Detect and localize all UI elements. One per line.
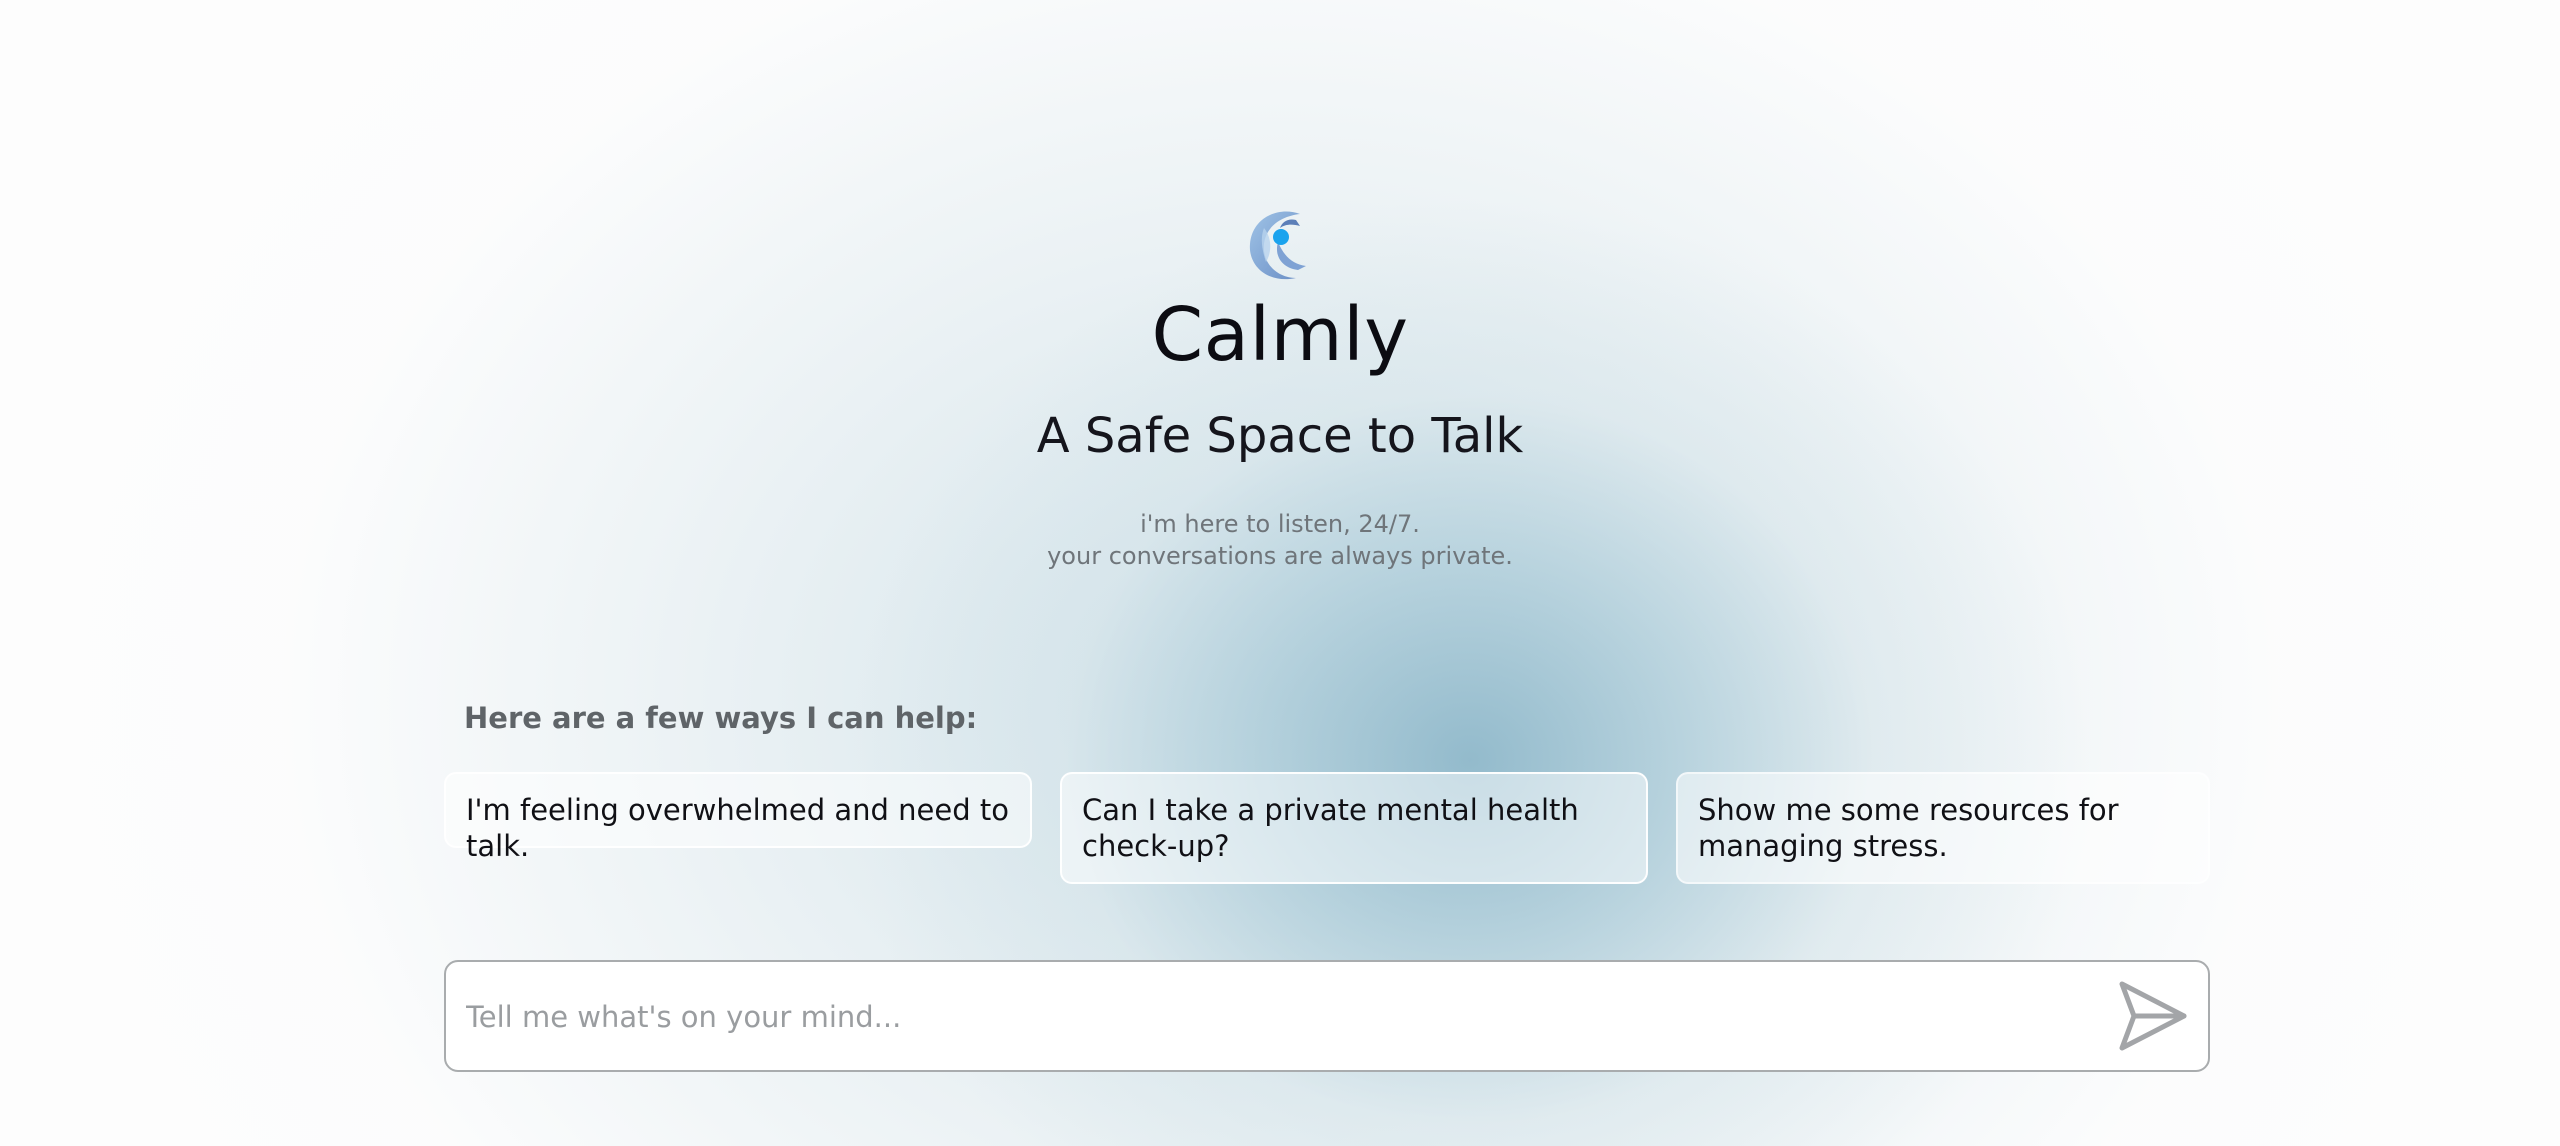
app-name: Calmly [1151, 292, 1409, 378]
message-input[interactable] [464, 990, 2088, 1044]
suggestion-chip-checkup[interactable]: Can I take a private mental health check… [1060, 772, 1648, 884]
subtitle-line-1: i'm here to listen, 24/7. [1140, 510, 1420, 538]
suggestion-chip-resources[interactable]: Show me some resources for managing stre… [1676, 772, 2210, 884]
calmly-logo-icon [1249, 211, 1306, 280]
send-icon[interactable] [2114, 978, 2190, 1054]
message-composer [444, 960, 2210, 1072]
suggestions-heading: Here are a few ways I can help: [464, 701, 978, 735]
subtitle-line-2: your conversations are always private. [1047, 542, 1513, 570]
suggestion-chip-overwhelmed[interactable]: I'm feeling overwhelmed and need to talk… [444, 772, 1032, 863]
tagline: A Safe Space to Talk [1036, 408, 1524, 464]
